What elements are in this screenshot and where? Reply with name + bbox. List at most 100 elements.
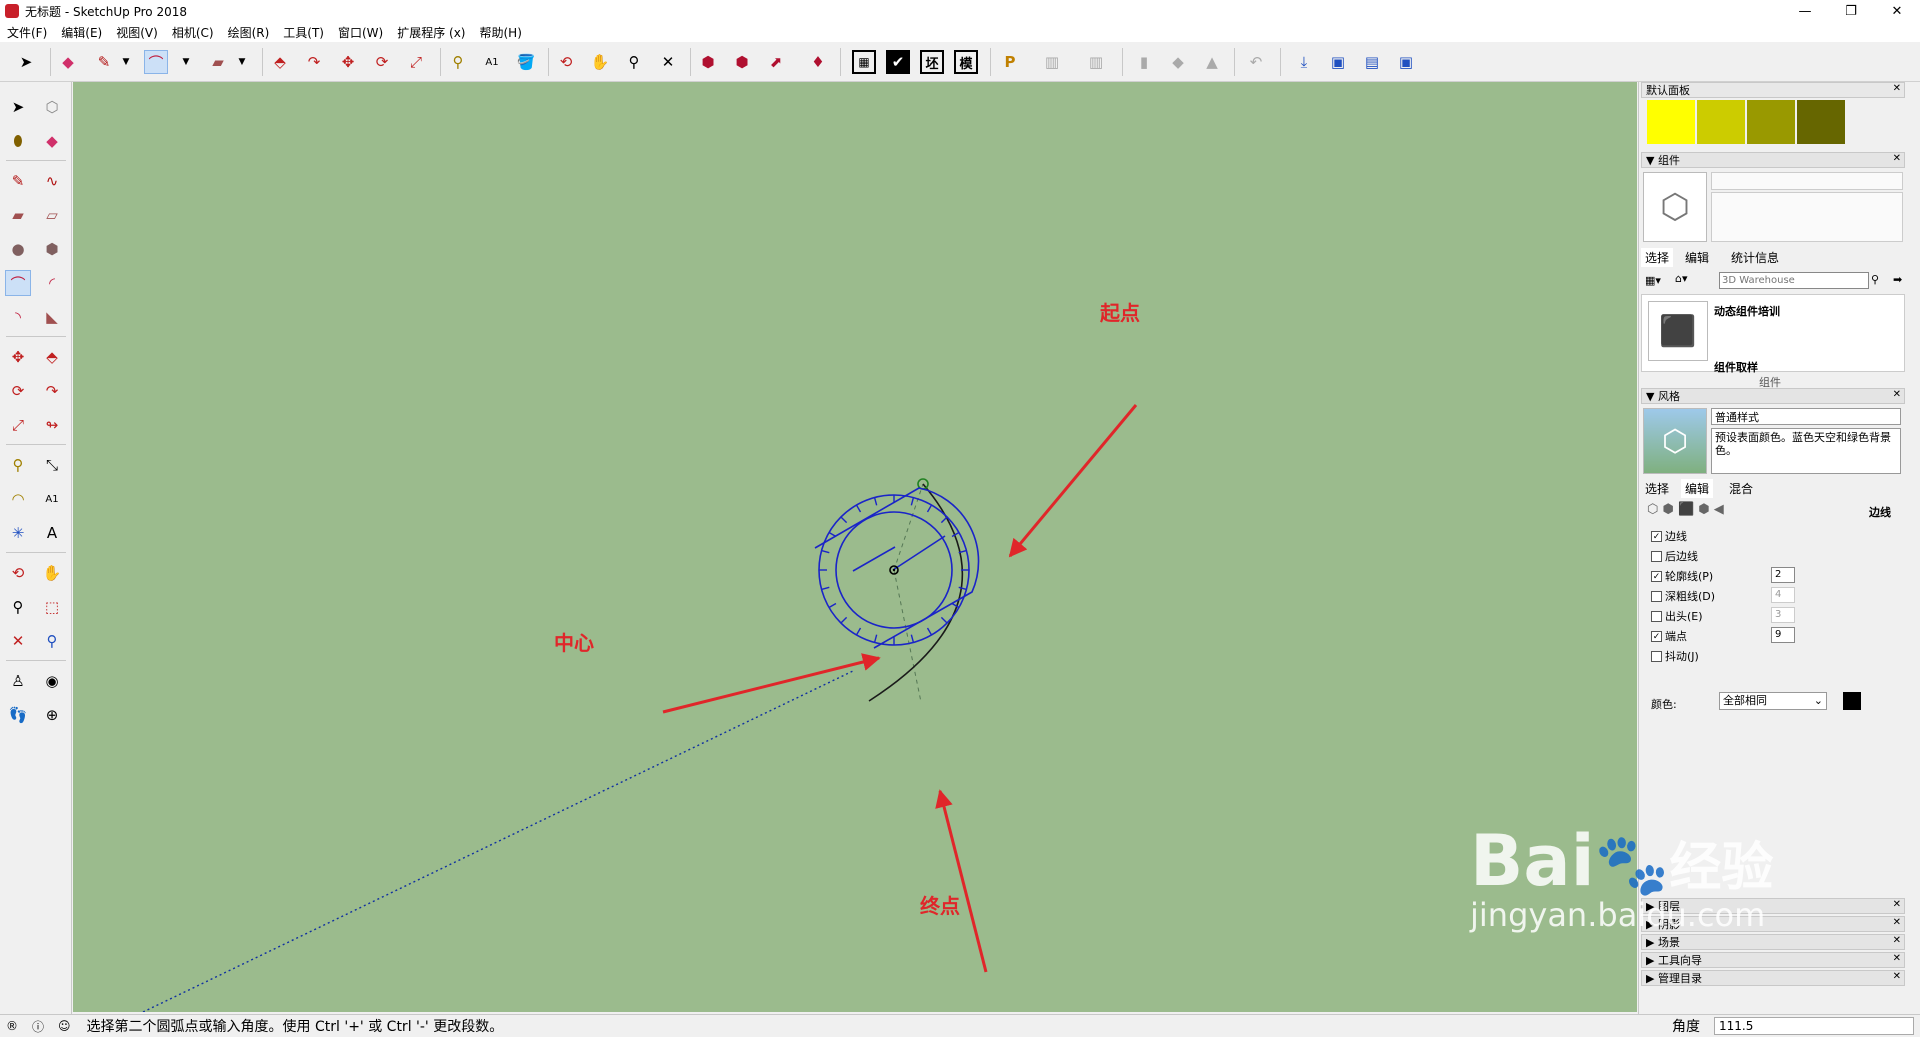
eraser-icon[interactable]: ◆ [39, 128, 65, 154]
tray-instructor-header[interactable]: ▶ 工具向导 ✕ [1641, 952, 1905, 968]
polygon-icon[interactable]: ⬢ [39, 236, 65, 262]
scale-tool-icon[interactable]: ⤢ [404, 50, 428, 74]
component-name-field[interactable] [1711, 172, 1903, 190]
cylinder-icon[interactable]: ▮ [1132, 50, 1156, 74]
menu-extensions[interactable]: 扩展程序 (x) [390, 24, 472, 41]
line-tool-icon[interactable]: ✎ [92, 50, 116, 74]
checkbox[interactable] [1651, 550, 1662, 562]
material-swatch-3[interactable] [1747, 100, 1795, 144]
rotate-tool-icon[interactable]: ⟳ [370, 50, 394, 74]
plugin-pi-icon[interactable]: 坯 [920, 50, 944, 74]
check-plugin-icon[interactable]: ✔ [886, 50, 910, 74]
two-point-arc-icon[interactable]: ◜ [39, 270, 65, 296]
layout-icon[interactable]: P [998, 50, 1022, 74]
measurements-input[interactable]: 111.5 [1714, 1017, 1914, 1035]
pan-tool-icon[interactable]: ✋ [588, 50, 612, 74]
components-tab-stats[interactable]: 统计信息 [1727, 248, 1783, 267]
solid-tools-2-icon[interactable]: ▥ [1084, 50, 1108, 74]
look-around-icon[interactable]: ◉ [39, 668, 65, 694]
tray-outliner-header[interactable]: ▶ 管理目录 ✕ [1641, 970, 1905, 986]
move-tool-icon[interactable]: ✥ [336, 50, 360, 74]
arc-dropdown-icon[interactable]: ▼ [174, 50, 198, 74]
menu-window[interactable]: 窗口(W) [331, 24, 390, 41]
material-swatch-1[interactable] [1647, 100, 1695, 144]
pan-icon[interactable]: ✋ [39, 560, 65, 586]
color-mode-select[interactable]: 全部相同 ⌄ [1719, 692, 1827, 710]
zoom-extents-left-icon[interactable]: ✕ [5, 628, 31, 654]
scale-icon[interactable]: ⤢ [5, 412, 31, 438]
style-name-field[interactable]: 普通样式 [1711, 408, 1901, 425]
styles-tab-mix[interactable]: 混合 [1725, 479, 1757, 498]
follow-me-left-icon[interactable]: ↷ [39, 378, 65, 404]
paint-icon[interactable]: ⬮ [5, 128, 31, 154]
section-fill-icon[interactable]: ▣ [1394, 50, 1418, 74]
section-plane-icon[interactable]: ⤓ [1292, 50, 1316, 74]
share-component-icon[interactable]: ⬈ [764, 50, 788, 74]
text-icon[interactable]: A1 [39, 486, 65, 512]
drawing-viewport[interactable]: 起点 中心 终点 [73, 82, 1637, 1012]
zoom-window-icon[interactable]: ⬚ [39, 594, 65, 620]
warehouse-icon[interactable]: ⬢ [696, 50, 720, 74]
freehand-icon[interactable]: ∿ [39, 168, 65, 194]
styles-header[interactable]: ▼ 风格 ✕ [1641, 388, 1905, 404]
edge-option-jitter[interactable]: 抖动(J) [1651, 648, 1699, 664]
follow-me-icon[interactable]: ↷ [302, 50, 326, 74]
pie-icon[interactable]: ◣ [39, 304, 65, 330]
checkbox[interactable] [1651, 590, 1662, 602]
maximize-button[interactable]: ❐ [1828, 0, 1874, 22]
component-item-2[interactable]: 组件取样 [1714, 359, 1758, 375]
text-tool-icon[interactable]: A1 [480, 50, 504, 74]
edge-option-endpoints[interactable]: ✓ 端点 [1651, 628, 1687, 644]
endpoints-value-input[interactable]: 9 [1771, 627, 1795, 643]
style-description[interactable]: 预设表面颜色。蓝色天空和绿色背景色。 [1711, 428, 1901, 474]
orbit-icon[interactable]: ⟲ [5, 560, 31, 586]
axes-icon[interactable]: ✳ [5, 520, 31, 546]
zoom-icon[interactable]: ⚲ [5, 594, 31, 620]
edge-option-back-edges[interactable]: 后边线 [1651, 548, 1698, 564]
components-tab-select[interactable]: 选择 [1641, 248, 1674, 267]
walk-icon[interactable]: 👣 [5, 702, 31, 728]
close-button[interactable]: ✕ [1874, 0, 1920, 22]
component-item-1[interactable]: 动态组件培训 [1714, 303, 1780, 319]
undo-icon[interactable]: ↶ [1244, 50, 1268, 74]
geo-location-icon[interactable]: ® [6, 1019, 18, 1033]
styles-close-icon[interactable]: ✕ [1893, 389, 1901, 400]
table-plugin-icon[interactable]: ▦ [852, 50, 876, 74]
three-point-arc-icon[interactable]: ◝ [5, 304, 31, 330]
material-swatch-2[interactable] [1697, 100, 1745, 144]
checkbox[interactable] [1651, 610, 1662, 622]
checkbox[interactable]: ✓ [1651, 570, 1662, 582]
position-camera-icon[interactable]: ♙ [5, 668, 31, 694]
circle-icon[interactable]: ● [5, 236, 31, 262]
search-icon[interactable]: ⚲ [1871, 273, 1879, 286]
scenes-close-icon[interactable]: ✕ [1893, 935, 1901, 946]
section-cut-icon[interactable]: ▤ [1360, 50, 1384, 74]
zoom-extents-icon[interactable]: ✕ [656, 50, 680, 74]
make-component-icon[interactable]: ⬡ [39, 94, 65, 120]
styles-tab-select[interactable]: 选择 [1641, 479, 1673, 498]
view-options-icon[interactable]: ▦▾ [1645, 274, 1661, 287]
sign-in-icon[interactable]: ☺ [58, 1019, 71, 1033]
share-model-icon[interactable]: ⬢ [730, 50, 754, 74]
pyramid-icon[interactable]: ▲ [1200, 50, 1224, 74]
checkbox[interactable] [1651, 650, 1662, 662]
rectangle-tool-icon[interactable]: ▰ [206, 50, 230, 74]
previous-view-icon[interactable]: ⚲ [39, 628, 65, 654]
shape-dropdown-icon[interactable]: ▼ [230, 50, 254, 74]
zoom-tool-icon[interactable]: ⚲ [622, 50, 646, 74]
menu-camera[interactable]: 相机(C) [165, 24, 221, 41]
rectangle-icon[interactable]: ▰ [5, 202, 31, 228]
dimension-icon[interactable]: ⤡ [39, 452, 65, 478]
paint-bucket-icon[interactable]: 🪣 [514, 50, 538, 74]
rotate-icon[interactable]: ⟳ [5, 378, 31, 404]
plugin-mo-icon[interactable]: 模 [954, 50, 978, 74]
components-header[interactable]: ▼ 组件 ✕ [1641, 152, 1905, 168]
home-icon[interactable]: ⌂▾ [1675, 272, 1688, 285]
component-description-field[interactable] [1711, 192, 1903, 242]
menu-view[interactable]: 视图(V) [109, 24, 165, 41]
move-icon[interactable]: ✥ [5, 344, 31, 370]
eraser-tool-icon[interactable]: ◆ [56, 50, 80, 74]
material-swatch-4[interactable] [1797, 100, 1845, 144]
shadows-close-icon[interactable]: ✕ [1893, 917, 1901, 928]
select-icon[interactable]: ➤ [5, 94, 31, 120]
